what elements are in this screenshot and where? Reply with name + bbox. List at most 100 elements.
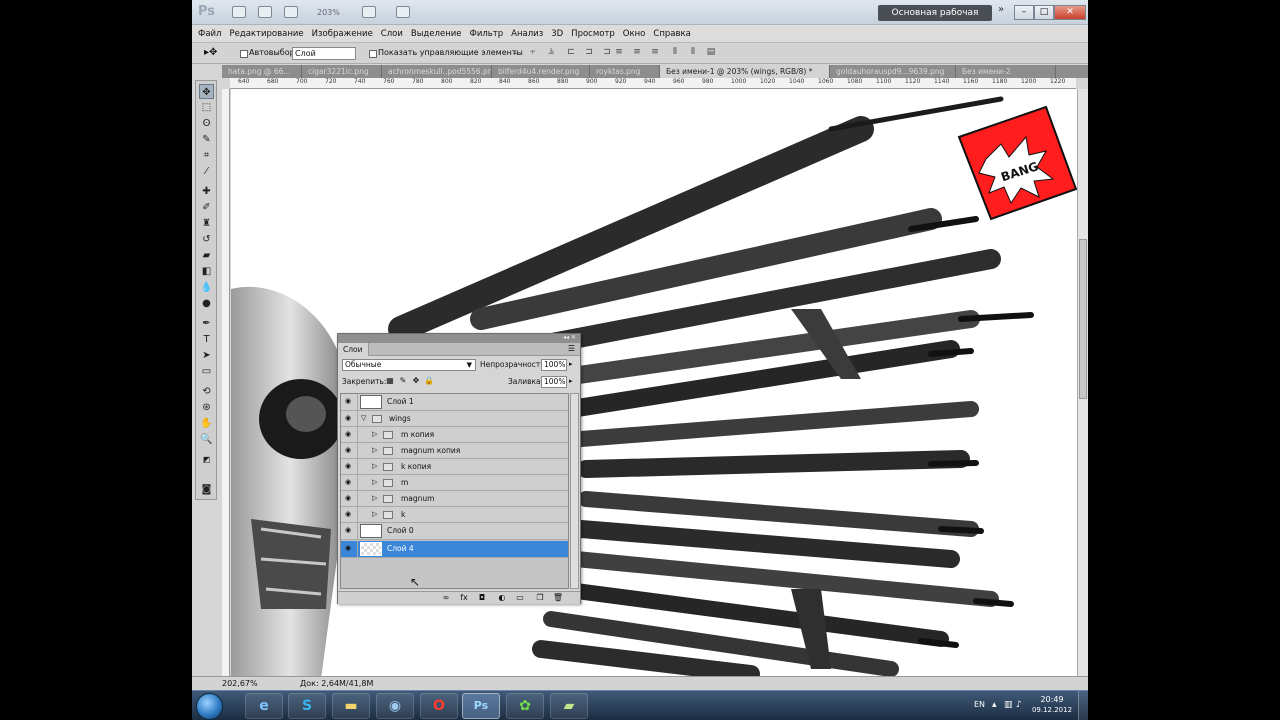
group-collapsed-icon[interactable]: ▷ xyxy=(372,494,377,502)
layer-group-row[interactable]: ◉ ▽ wings xyxy=(341,411,568,427)
start-button[interactable] xyxy=(196,693,223,720)
clock-date[interactable]: 09.12.2012 xyxy=(1030,706,1074,714)
menu-filter[interactable]: Фильтр xyxy=(470,29,504,39)
notes-app-icon[interactable]: ▰ xyxy=(550,693,588,719)
color-swatches-icon[interactable]: ◩ xyxy=(199,452,214,467)
group-collapsed-icon[interactable]: ▷ xyxy=(372,446,377,454)
add-mask-icon[interactable]: ◘ xyxy=(476,593,488,603)
align-left-icon[interactable]: ⊏ xyxy=(564,47,578,60)
visibility-eye-icon[interactable]: ◉ xyxy=(345,495,354,502)
hand-tool-icon[interactable]: ✋ xyxy=(199,416,214,431)
doc-tab-5[interactable]: royktas.png xyxy=(590,65,660,78)
quick-mask-icon[interactable]: ◙ xyxy=(199,482,214,497)
lasso-tool-icon[interactable]: ʘ xyxy=(199,116,214,131)
visibility-eye-icon[interactable]: ◉ xyxy=(345,398,354,405)
doc-tab-1[interactable]: hata.png @ 66... xyxy=(222,65,302,78)
zoom-tool-icon[interactable]: 🔍 xyxy=(199,432,214,447)
layer-group-row[interactable]: ◉ ▷ k копия xyxy=(341,459,568,475)
distribute-vcenter-icon[interactable]: ≡ xyxy=(630,47,644,60)
group-collapsed-icon[interactable]: ▷ xyxy=(372,478,377,486)
3d-rotate-icon[interactable]: ⟲ xyxy=(199,384,214,399)
opacity-input[interactable]: 100% xyxy=(541,359,567,371)
photoshop-task-icon[interactable]: Ps xyxy=(462,693,500,719)
workspace-button[interactable]: Основная рабочая среда xyxy=(878,5,992,34)
opacity-slider-icon[interactable]: ▸ xyxy=(569,360,573,368)
group-expanded-icon[interactable]: ▽ xyxy=(361,414,366,422)
visibility-eye-icon[interactable]: ◉ xyxy=(345,545,354,552)
menu-3d[interactable]: 3D xyxy=(551,29,563,39)
close-button[interactable]: ✕ xyxy=(1054,5,1086,20)
move-tool-preset-icon[interactable]: ▸✥ xyxy=(204,47,217,58)
align-bottom-icon[interactable]: ⫡ xyxy=(544,47,558,60)
visibility-eye-icon[interactable]: ◉ xyxy=(345,463,354,470)
menu-view[interactable]: Просмотр xyxy=(571,29,615,39)
menu-window[interactable]: Окно xyxy=(623,29,646,39)
panel-menu-icon[interactable]: ☰ xyxy=(568,344,575,353)
distribute-hcenter-icon[interactable]: ⦀ xyxy=(686,47,700,60)
crop-tool-icon[interactable]: ⌗ xyxy=(199,148,214,163)
extend-icon[interactable]: » xyxy=(998,4,1004,15)
lock-position-icon[interactable]: ✥ xyxy=(411,376,421,386)
layer-group-row[interactable]: ◉ ▷ m xyxy=(341,475,568,491)
layer-row[interactable]: ◉ Слой 0 xyxy=(341,523,568,540)
show-controls-checkbox[interactable] xyxy=(369,50,377,58)
menu-select[interactable]: Выделение xyxy=(411,29,462,39)
path-select-icon[interactable]: ➤ xyxy=(199,348,214,363)
icq-icon[interactable]: ✿ xyxy=(506,693,544,719)
mini-bridge-icon[interactable] xyxy=(258,6,272,18)
lock-all-icon[interactable]: 🔒 xyxy=(424,376,434,386)
menu-analysis[interactable]: Анализ xyxy=(511,29,543,39)
opera-icon[interactable]: O xyxy=(420,693,458,719)
layer-list-scrollbar[interactable] xyxy=(570,393,579,589)
autoselect-dropdown[interactable]: Слой xyxy=(292,47,356,60)
layer-row-selected[interactable]: ◉ Слой 4 xyxy=(341,541,568,558)
visibility-eye-icon[interactable]: ◉ xyxy=(345,527,354,534)
3d-orbit-icon[interactable]: ⊛ xyxy=(199,400,214,415)
distribute-bottom-icon[interactable]: ≡ xyxy=(648,47,662,60)
visibility-eye-icon[interactable]: ◉ xyxy=(345,447,354,454)
tab-layers[interactable]: Слои xyxy=(338,343,369,356)
maximize-button[interactable]: □ xyxy=(1034,5,1054,20)
menu-image[interactable]: Изображение xyxy=(312,29,373,39)
network-icon[interactable]: ▥ xyxy=(1004,700,1013,710)
dodge-tool-icon[interactable]: ● xyxy=(199,296,214,311)
align-hcenter-icon[interactable]: ⊐ xyxy=(582,47,596,60)
explorer-folder-icon[interactable]: ▬ xyxy=(332,693,370,719)
blend-mode-dropdown[interactable]: Обычные ▼ xyxy=(342,359,476,371)
media-app-icon[interactable]: ◉ xyxy=(376,693,414,719)
move-tool-icon[interactable]: ✥ xyxy=(199,84,214,99)
menu-layers[interactable]: Слои xyxy=(381,29,403,39)
layers-panel-header[interactable]: ◂◂ ✕ xyxy=(338,334,580,343)
healing-brush-icon[interactable]: ✚ xyxy=(199,184,214,199)
menu-file[interactable]: Файл xyxy=(198,29,221,39)
screen-mode-icon[interactable] xyxy=(396,6,410,18)
internet-explorer-icon[interactable]: e xyxy=(245,693,283,719)
clone-stamp-icon[interactable]: ♜ xyxy=(199,216,214,231)
visibility-eye-icon[interactable]: ◉ xyxy=(345,431,354,438)
lock-transparency-icon[interactable]: ▦ xyxy=(385,376,395,386)
blur-tool-icon[interactable]: 💧 xyxy=(199,280,214,295)
group-collapsed-icon[interactable]: ▷ xyxy=(372,510,377,518)
volume-icon[interactable]: ♪ xyxy=(1016,700,1022,710)
gradient-tool-icon[interactable]: ◧ xyxy=(199,264,214,279)
doc-tab-4[interactable]: bilferd4u4.render.png xyxy=(492,65,590,78)
lock-pixels-icon[interactable]: ✎ xyxy=(398,376,408,386)
layer-group-row[interactable]: ◉ ▷ m копия xyxy=(341,427,568,443)
doc-tab-7[interactable]: goldauhorauspd9...9639.png xyxy=(830,65,956,78)
delete-layer-icon[interactable]: 🗑 xyxy=(552,593,564,603)
menu-help[interactable]: Справка xyxy=(653,29,690,39)
panel-collapse-icon[interactable]: ◂◂ ✕ xyxy=(563,334,576,341)
bridge-icon[interactable] xyxy=(232,6,246,18)
menu-edit[interactable]: Редактирование xyxy=(229,29,303,39)
new-layer-icon[interactable]: ❐ xyxy=(534,593,546,603)
fill-input[interactable]: 100% xyxy=(541,376,567,388)
zoom-level-select[interactable]: 203% xyxy=(317,6,351,19)
layer-style-icon[interactable]: fx xyxy=(458,593,470,603)
quick-select-tool-icon[interactable]: ✎ xyxy=(199,132,214,147)
pen-tool-icon[interactable]: ✒ xyxy=(199,316,214,331)
adjustment-layer-icon[interactable]: ◐ xyxy=(496,593,508,603)
layer-group-row[interactable]: ◉ ▷ magnum копия xyxy=(341,443,568,459)
align-vcenter-icon[interactable]: ⫟ xyxy=(526,47,540,60)
shape-tool-icon[interactable]: ▭ xyxy=(199,364,214,379)
layer-group-row[interactable]: ◉ ▷ k xyxy=(341,507,568,523)
